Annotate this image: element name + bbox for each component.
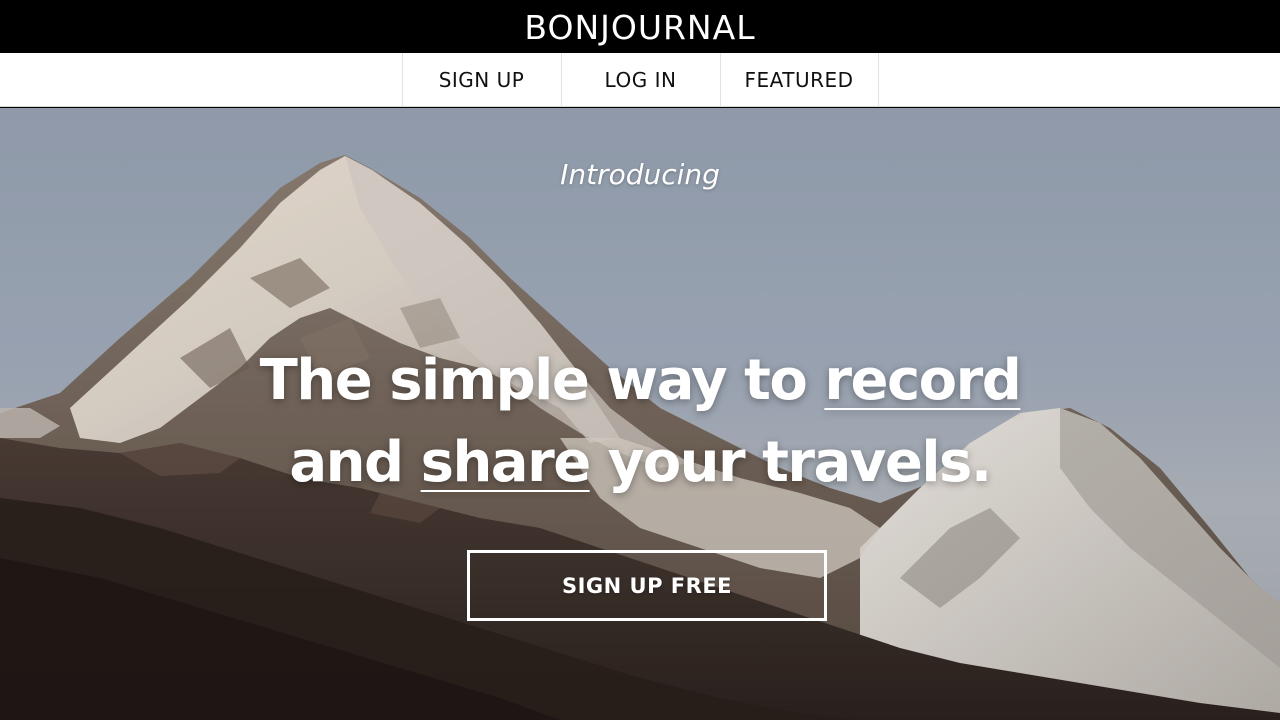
hero-headline: The simple way to record and share your … <box>0 340 1280 504</box>
hero-section: Introducing The simple way to record and… <box>0 108 1280 720</box>
nav-featured[interactable]: FEATURED <box>719 53 879 107</box>
sign-up-free-button[interactable]: SIGN UP FREE <box>467 550 827 621</box>
headline-text: and <box>289 430 421 495</box>
nav-sign-up[interactable]: SIGN UP <box>401 53 561 107</box>
headline-record-link[interactable]: record <box>824 348 1021 413</box>
main-nav: SIGN UP LOG IN FEATURED <box>0 53 1280 107</box>
nav-log-in[interactable]: LOG IN <box>560 53 720 107</box>
headline-share-link[interactable]: share <box>421 430 592 495</box>
intro-text: Introducing <box>560 158 720 191</box>
brand-logo[interactable]: BONJOURNAL <box>524 11 755 44</box>
headline-line-1: The simple way to record <box>259 348 1022 413</box>
headline-text: The simple way to <box>259 348 825 413</box>
headline-line-2: and share your travels. <box>289 430 992 495</box>
top-bar: BONJOURNAL <box>0 0 1280 53</box>
headline-text: your travels. <box>589 430 992 495</box>
